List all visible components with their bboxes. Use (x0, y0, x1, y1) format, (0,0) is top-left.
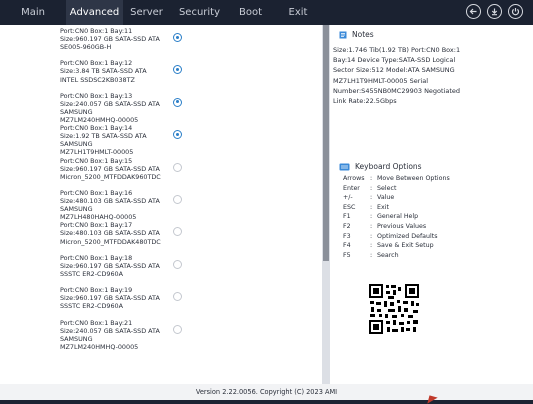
device-description: Port:CN0 Box:1 Bay:13 Size:240.057 GB SA… (60, 91, 160, 125)
tab-exit[interactable]: Exit (272, 0, 324, 25)
keyboard-description: Optimized Defaults (377, 232, 438, 240)
tab-boot[interactable]: Boot (229, 0, 272, 25)
device-description: Port:CN0 Box:1 Bay:14 Size:1.92 TB SATA-… (60, 124, 147, 157)
tab-main[interactable]: Main (0, 0, 66, 25)
device-description: Port:CN0 Box:1 Bay:16 Size:480.103 GB SA… (60, 188, 160, 222)
device-description: Port:CN0 Box:1 Bay:15 Size:960.197 GB SA… (60, 156, 161, 181)
device-description: Port:CN0 Box:1 Bay:17 Size:480.103 GB SA… (60, 221, 161, 246)
list-item[interactable]: Port:CN0 Box:1 Bay:13 Size:240.057 GB SA… (60, 92, 188, 124)
radio-button[interactable] (173, 194, 182, 204)
tab-server[interactable]: Server (123, 0, 170, 25)
notes-line: Sector Size:512 Model:ATA SAMSUNG (333, 66, 455, 75)
keyboard-title: Keyboard Options (355, 162, 422, 171)
device-description: Port:CN0 Box:1 Bay:11 Size:960.197 GB SA… (60, 27, 160, 52)
radio-button[interactable] (173, 162, 182, 172)
list-item[interactable]: Port:CN0 Box:1 Bay:19 Size:960.197 GB SA… (60, 286, 188, 318)
keyboard-description: Search (377, 251, 399, 259)
list-item[interactable]: Port:CN0 Box:1 Bay:16 Size:480.103 GB SA… (60, 189, 188, 221)
keyboard-separator: : (370, 184, 373, 192)
power-icon[interactable] (508, 4, 523, 19)
keyboard-separator: : (370, 232, 373, 240)
keyboard-option-row: F4: Save & Exit Setup (343, 241, 450, 251)
list-item[interactable]: Port:CN0 Box:1 Bay:15 Size:960.197 GB SA… (60, 157, 188, 189)
keyboard-separator: : (370, 222, 373, 230)
radio-button[interactable] (173, 33, 182, 42)
keyboard-description: Exit (377, 203, 389, 211)
keyboard-options-table: Arrows: Move Between Options Enter: Select +… (343, 174, 450, 260)
qr-code (368, 283, 420, 335)
list-item[interactable]: Port:CN0 Box:1 Bay:12 Size:3.84 TB SATA-… (60, 59, 188, 91)
notes-line: Number:S455NB0MC29903 Negotiated (333, 86, 461, 95)
help-pane: Notes Size:1.746 Tib(1.92 TB) Port:CN0 B… (330, 25, 533, 384)
notes-header: Notes (339, 30, 374, 39)
notes-line: Link Rate:22.5Gbps (333, 97, 397, 106)
keyboard-key: F5 (343, 251, 351, 259)
keyboard-description: Select (377, 184, 397, 192)
notes-line: MZ7LH1T9HMLT-00005 Serial (333, 76, 429, 85)
device-list-pane: Port:CN0 Box:1 Bay:11 Size:960.197 GB SA… (0, 25, 322, 384)
list-item[interactable]: Port:CN0 Box:1 Bay:17 Size:480.103 GB SA… (60, 221, 188, 253)
notes-line: Size:1.746 Tib(1.92 TB) Port:CN0 Box:1 (333, 46, 461, 54)
scrollbar[interactable] (322, 25, 330, 384)
keyboard-option-row: F1: General Help (343, 212, 450, 222)
keyboard-key: Arrows (343, 175, 365, 182)
footer-bar: Version 2.22.0056. Copyright (C) 2023 AM… (0, 384, 533, 400)
keyboard-option-row: F3: Optimized Defaults (343, 232, 450, 242)
device-description: Port:CN0 Box:1 Bay:19 Size:960.197 GB SA… (60, 286, 160, 311)
keyboard-key: ESC (343, 203, 356, 211)
list-item[interactable]: Port:CN0 Box:1 Bay:18 Size:960.197 GB SA… (60, 254, 188, 286)
keyboard-key: F3 (343, 232, 351, 240)
keyboard-option-row: Arrows: Move Between Options (343, 174, 450, 184)
keyboard-separator: : (370, 194, 373, 202)
menu-tabs: Main Advanced Server Security Boot Exit (0, 0, 324, 25)
keyboard-key: F1 (343, 213, 351, 221)
radio-button[interactable] (173, 97, 182, 107)
top-menu-bar: Main Advanced Server Security Boot Exit (0, 0, 533, 25)
keyboard-key: Enter (343, 184, 360, 192)
keyboard-separator: : (370, 242, 373, 250)
list-item[interactable]: Port:CN0 Box:1 Bay:21 Size:240.057 GB SA… (60, 319, 188, 351)
list-item[interactable]: Port:CN0 Box:1 Bay:11 Size:960.197 GB SA… (60, 27, 188, 59)
notes-title: Notes (352, 30, 374, 39)
keyboard-header: Keyboard Options (339, 162, 422, 171)
list-item[interactable]: Port:CN0 Box:1 Bay:14 Size:1.92 TB SATA-… (60, 124, 188, 156)
keyboard-separator: : (370, 203, 373, 211)
device-description: Port:CN0 Box:1 Bay:18 Size:960.197 GB SA… (60, 253, 160, 278)
notes-text: Size:1.746 Tib(1.92 TB) Port:CN0 Box:1 Ba… (333, 45, 529, 106)
keyboard-option-row: F2: Previous Values (343, 222, 450, 232)
device-description: Port:CN0 Box:1 Bay:21 Size:240.057 GB SA… (60, 318, 160, 351)
keyboard-description: Move Between Options (377, 175, 450, 182)
keyboard-separator: : (370, 175, 373, 182)
notes-icon (339, 31, 347, 38)
keyboard-separator: : (370, 213, 373, 221)
keyboard-description: Save & Exit Setup (377, 242, 434, 250)
keyboard-description: Value (377, 194, 395, 202)
radio-button[interactable] (173, 324, 182, 334)
radio-button[interactable] (173, 259, 182, 269)
keyboard-key: F4 (343, 242, 351, 250)
download-icon[interactable] (487, 4, 502, 19)
top-icons (466, 4, 523, 19)
keyboard-option-row: F5: Search (343, 251, 450, 261)
keyboard-key: +/- (343, 194, 353, 202)
keyboard-separator: : (370, 251, 373, 259)
keyboard-description: General Help (377, 213, 419, 221)
keyboard-description: Previous Values (377, 222, 427, 230)
keyboard-option-row: ESC: Exit (343, 203, 450, 213)
keyboard-option-row: Enter: Select (343, 184, 450, 194)
notes-line: Bay:14 Device Type:SATA-SSD Logical (333, 56, 456, 65)
keyboard-key: F2 (343, 222, 351, 230)
device-list: Port:CN0 Box:1 Bay:11 Size:960.197 GB SA… (60, 27, 188, 351)
keyboard-icon (339, 163, 350, 170)
tab-advanced[interactable]: Advanced (66, 0, 123, 25)
keyboard-option-row: +/-: Value (343, 193, 450, 203)
main-panel: Port:CN0 Box:1 Bay:11 Size:960.197 GB SA… (0, 25, 533, 384)
tab-security[interactable]: Security (170, 0, 229, 25)
back-arrow-icon[interactable] (466, 4, 481, 19)
version-text: Version 2.22.0056. Copyright (C) 2023 AM… (195, 388, 338, 396)
device-description: Port:CN0 Box:1 Bay:12 Size:3.84 TB SATA-… (60, 59, 147, 84)
scroll-thumb[interactable] (323, 25, 329, 261)
